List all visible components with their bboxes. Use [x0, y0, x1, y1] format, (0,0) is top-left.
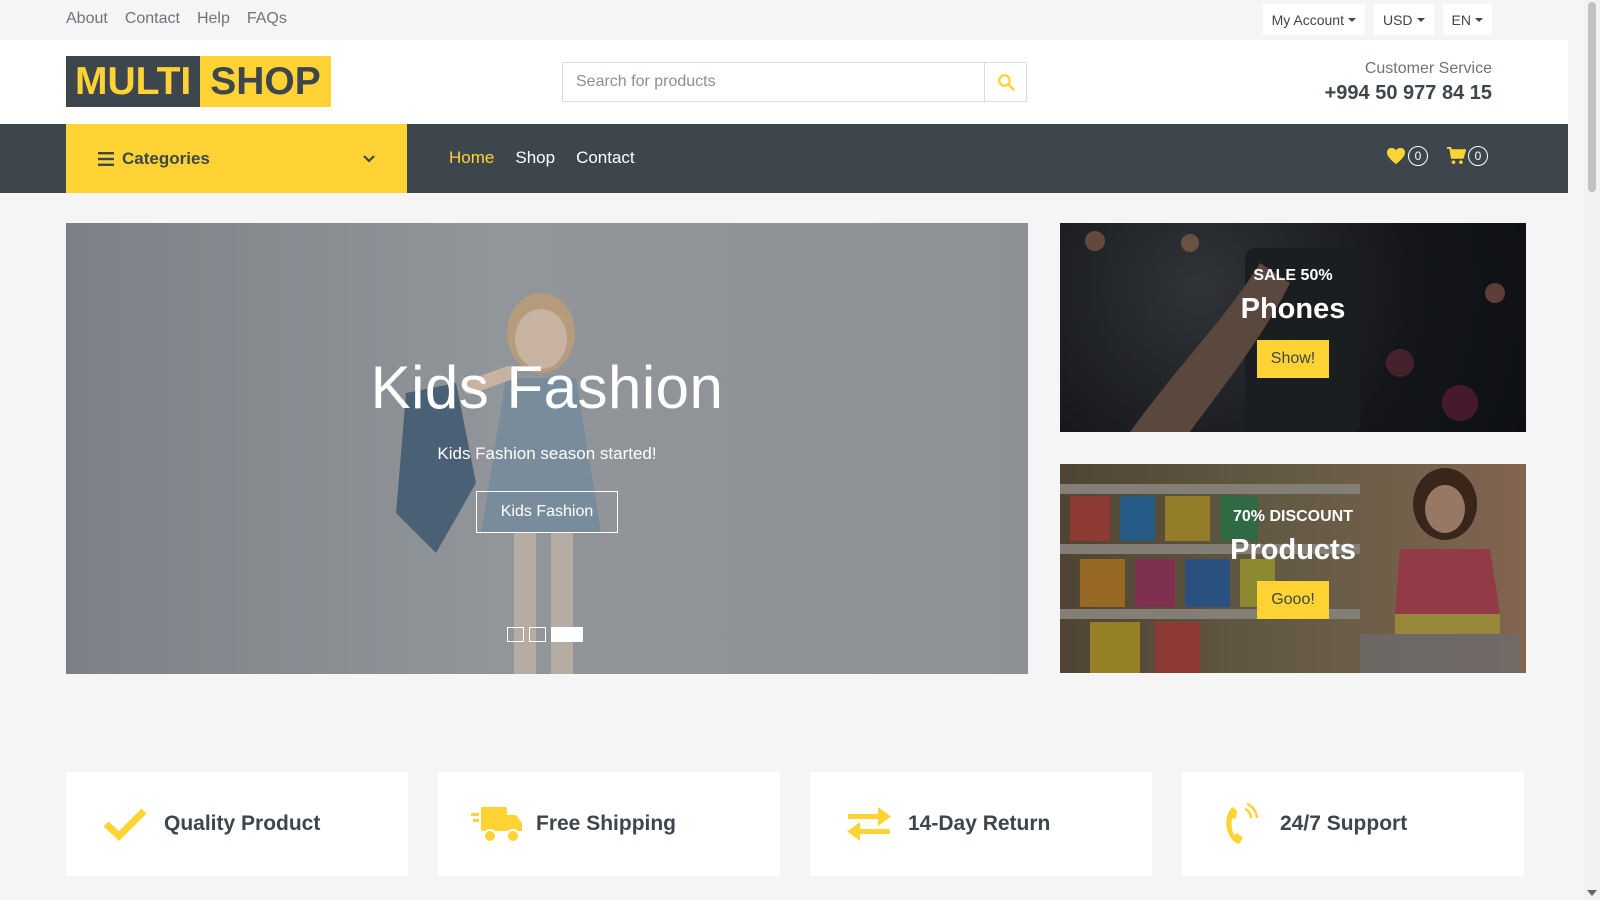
offer-tag: 70% DISCOUNT [1232, 508, 1354, 525]
bars-icon [98, 151, 114, 166]
categories-label: Categories [122, 148, 210, 168]
cart-icon [1447, 147, 1466, 164]
language-dropdown[interactable]: EN [1442, 4, 1492, 35]
header: MULTI SHOP Customer Service +994 50 977 … [0, 40, 1568, 124]
customer-service-phone: +994 50 977 84 15 [1324, 82, 1492, 104]
my-account-label: My Account [1271, 11, 1344, 28]
hero-carousel[interactable]: Kids Fashion Kids Fashion season started… [66, 223, 1028, 674]
carousel-indicator-1[interactable] [507, 627, 524, 642]
offer-card-products[interactable]: 70% DISCOUNT Products Gooo! [1060, 464, 1526, 673]
cart-count-badge: 0 [1468, 146, 1488, 166]
heart-icon [1387, 147, 1405, 165]
carousel-caption: Kids Fashion Kids Fashion season started… [66, 353, 1028, 533]
carousel-cta-button[interactable]: Kids Fashion [475, 491, 619, 533]
feature-label: Free Shipping [536, 812, 677, 835]
truck-icon [468, 803, 526, 845]
my-account-dropdown[interactable]: My Account [1262, 4, 1365, 35]
logo-part-multi: MULTI [66, 56, 201, 107]
topbar-link-faqs[interactable]: FAQs [247, 10, 287, 28]
feature-label: 24/7 Support [1280, 812, 1408, 835]
offer-content: 70% DISCOUNT Products Gooo! [1060, 508, 1526, 619]
search-input[interactable] [563, 63, 984, 101]
topbar: About Contact Help FAQs My Account USD E… [0, 0, 1568, 40]
scrollbar-thumb[interactable] [1588, 2, 1596, 192]
phone-volume-icon [1212, 803, 1270, 845]
nav-link-shop[interactable]: Shop [515, 148, 555, 168]
caret-down-icon [1475, 17, 1483, 22]
search-button[interactable] [984, 63, 1026, 101]
exchange-icon [840, 807, 898, 841]
scroll-down-arrow-icon[interactable] [1587, 890, 1597, 896]
customer-service-label: Customer Service [1364, 60, 1492, 77]
offer-title: Products [1230, 534, 1356, 566]
feature-label: Quality Product [164, 812, 321, 835]
topbar-link-about[interactable]: About [66, 10, 108, 28]
categories-toggle[interactable]: Categories [66, 124, 407, 193]
feature-quality-product: Quality Product [66, 772, 408, 876]
search-form [562, 62, 1027, 102]
offer-content: SALE 50% Phones Show! [1060, 267, 1526, 378]
feature-label: 14-Day Return [908, 812, 1051, 835]
currency-dropdown[interactable]: USD [1373, 4, 1434, 35]
search-icon [997, 74, 1015, 91]
check-icon [96, 807, 154, 841]
offer-title: Phones [1240, 293, 1346, 325]
caret-down-icon [1347, 17, 1356, 22]
caret-down-icon [1416, 17, 1425, 22]
carousel-indicator-2[interactable] [529, 627, 546, 642]
topbar-link-help[interactable]: Help [197, 10, 230, 28]
logo[interactable]: MULTI SHOP [66, 56, 331, 107]
offer-card-phones[interactable]: SALE 50% Phones Show! [1060, 223, 1526, 432]
wishlist-count-badge: 0 [1408, 146, 1428, 166]
carousel-indicator-3[interactable] [551, 627, 583, 642]
carousel-title: Kids Fashion [370, 354, 724, 421]
currency-label: USD [1382, 11, 1413, 28]
carousel-subtitle: Kids Fashion season started! [437, 444, 657, 463]
logo-part-shop: SHOP [200, 56, 331, 107]
topbar-links: About Contact Help FAQs [66, 10, 287, 28]
nav-link-contact[interactable]: Contact [576, 148, 635, 168]
feature-14-day-return: 14-Day Return [810, 772, 1152, 876]
offer-button-gooo[interactable]: Gooo! [1257, 581, 1329, 619]
page-scrollbar[interactable] [1584, 0, 1600, 900]
nav-link-home[interactable]: Home [449, 148, 494, 168]
feature-free-shipping: Free Shipping [438, 772, 780, 876]
wishlist-button[interactable]: 0 [1386, 146, 1428, 166]
language-label: EN [1451, 11, 1471, 28]
topbar-link-contact[interactable]: Contact [125, 10, 180, 28]
feature-24-7-support: 24/7 Support [1182, 772, 1524, 876]
nav-icons: 0 0 [1386, 146, 1488, 166]
carousel-indicators [507, 627, 583, 642]
offer-tag: SALE 50% [1253, 267, 1333, 284]
customer-service: Customer Service +994 50 977 84 15 [1325, 60, 1492, 105]
cart-button[interactable]: 0 [1446, 146, 1488, 166]
chevron-down-icon [363, 154, 375, 163]
navbar: Categories Home Shop Contact 0 0 [0, 124, 1568, 193]
topbar-dropdowns: My Account USD EN [1262, 4, 1492, 35]
main-nav-links: Home Shop Contact [449, 148, 635, 168]
offer-button-show[interactable]: Show! [1256, 340, 1330, 378]
